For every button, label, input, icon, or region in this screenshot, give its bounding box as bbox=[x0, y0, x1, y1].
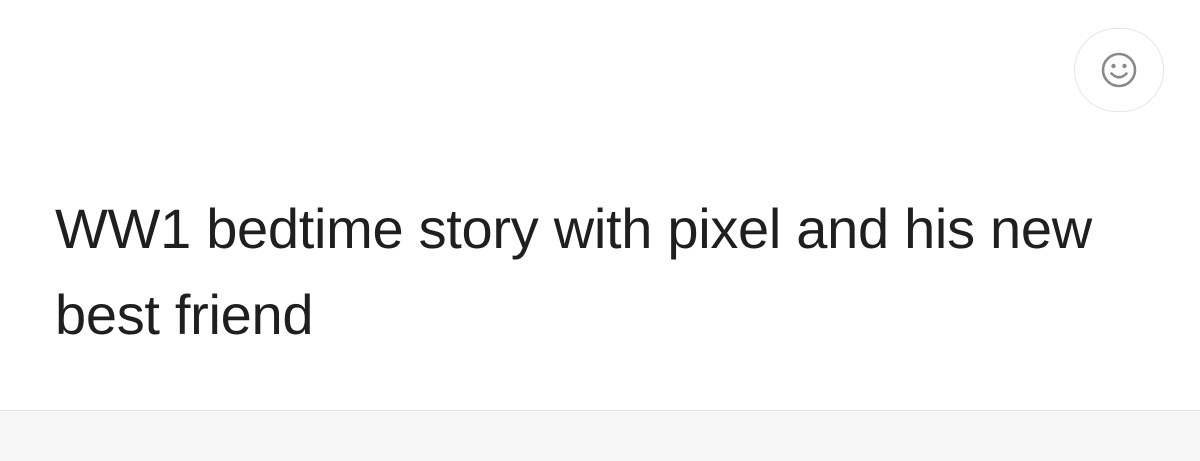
prompt-message-text: WW1 bedtime story with pixel and his new… bbox=[55, 197, 1092, 346]
message-card: WW1 bedtime story with pixel and his new… bbox=[0, 0, 1200, 410]
bottom-bar bbox=[0, 410, 1200, 461]
add-reaction-button[interactable] bbox=[1074, 28, 1164, 112]
smiley-face-icon bbox=[1101, 52, 1137, 88]
